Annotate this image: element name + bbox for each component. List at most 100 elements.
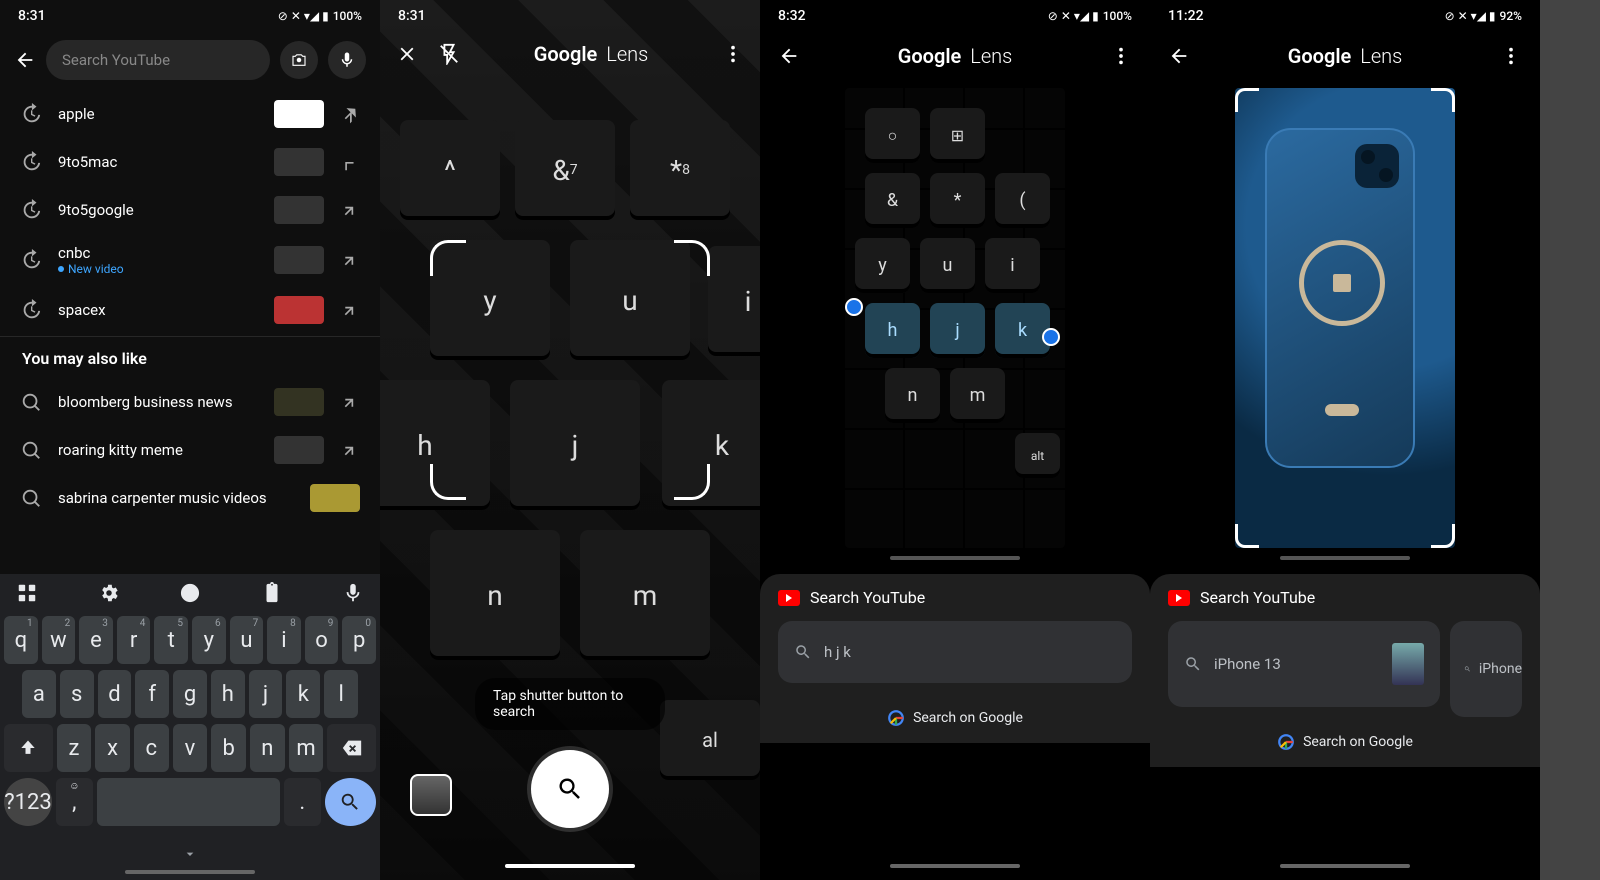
key-search[interactable] [325, 778, 376, 826]
crop-corner[interactable] [1235, 88, 1259, 112]
insert-arrow-icon[interactable] [340, 440, 360, 460]
flash-off-icon[interactable] [438, 43, 460, 65]
suggestion-label: roaring kitty meme [58, 441, 258, 459]
search-icon [556, 775, 584, 803]
nav-pill[interactable] [1280, 864, 1410, 868]
nav-pill[interactable] [890, 864, 1020, 868]
key-f[interactable]: f [135, 670, 169, 718]
result-text: iPhone [1479, 661, 1522, 677]
status-bar: 11:22 ⊘ ✕ ▾◢ ▮ 92% [1150, 0, 1540, 32]
image-nav-pill[interactable] [890, 556, 1020, 560]
selection-handle[interactable] [1042, 328, 1060, 346]
key-b[interactable]: b [211, 724, 246, 772]
crop-corner[interactable] [1235, 524, 1259, 548]
nav-pill[interactable] [505, 864, 635, 868]
insert-arrow-icon[interactable] [340, 250, 360, 270]
lens-button[interactable] [280, 41, 318, 79]
search-google-label: Search on Google [913, 710, 1023, 726]
key-m[interactable]: m [289, 724, 324, 772]
back-arrow-icon[interactable] [778, 45, 800, 67]
kb-apps-icon[interactable] [16, 582, 38, 604]
key-v[interactable]: v [173, 724, 208, 772]
key-shift[interactable] [4, 724, 53, 772]
kb-emoji-icon[interactable] [179, 582, 201, 604]
youtube-icon [778, 590, 800, 606]
gallery-button[interactable] [410, 774, 452, 816]
key-z[interactable]: z [57, 724, 92, 772]
insert-arrow-icon[interactable] [340, 104, 360, 124]
key-a[interactable]: a [22, 670, 56, 718]
key-period[interactable]: . [284, 778, 321, 826]
kb-mic-icon[interactable] [342, 582, 364, 604]
key-j[interactable]: j [249, 670, 283, 718]
key-q[interactable]: q1 [4, 616, 38, 664]
suggestion-item[interactable]: roaring kitty meme [0, 426, 380, 474]
key-comma[interactable]: ,☺ [56, 778, 93, 826]
back-arrow-icon[interactable] [14, 49, 36, 71]
kb-settings-icon[interactable] [98, 582, 120, 604]
more-icon[interactable] [1110, 45, 1132, 67]
more-icon[interactable] [1500, 45, 1522, 67]
key-o[interactable]: o9 [305, 616, 339, 664]
result-card[interactable]: h j k [778, 621, 1132, 683]
suggestion-item[interactable]: sabrina carpenter music videos [0, 474, 380, 522]
camera-icon [290, 51, 308, 69]
lens-header: Google Lens [1150, 32, 1540, 80]
captured-image[interactable]: ○ ⊞ & * ( y u i h j k n m alt [845, 88, 1065, 548]
search-google-link[interactable]: Search on Google [778, 693, 1132, 743]
result-card[interactable]: iPhone 13 [1168, 621, 1440, 707]
kb-clipboard-icon[interactable] [261, 582, 283, 604]
key-s[interactable]: s [60, 670, 94, 718]
insert-arrow-icon[interactable] [340, 200, 360, 220]
result-card-partial[interactable]: iPhone [1450, 621, 1522, 717]
key-p[interactable]: p0 [342, 616, 376, 664]
shutter-button[interactable] [531, 750, 609, 828]
key-e[interactable]: e3 [79, 616, 113, 664]
key-x[interactable]: x [95, 724, 130, 772]
key-y[interactable]: y6 [192, 616, 226, 664]
crop-corner[interactable] [1431, 88, 1455, 112]
more-icon[interactable] [722, 43, 744, 65]
search-input[interactable]: Search YouTube [46, 40, 270, 80]
key-r[interactable]: r4 [117, 616, 151, 664]
key-t[interactable]: t5 [154, 616, 188, 664]
key-l[interactable]: l [324, 670, 358, 718]
back-arrow-icon[interactable] [1168, 45, 1190, 67]
thumbnail [274, 100, 324, 128]
thumbnail [274, 296, 324, 324]
key-i[interactable]: i8 [267, 616, 301, 664]
insert-arrow-icon[interactable] [340, 392, 360, 412]
keyboard: q1w2e3r4t5y6u7i8o9p0 asdfghjkl zxcvbnm ?123… [0, 574, 380, 880]
search-google-link[interactable]: Search on Google [1168, 717, 1522, 767]
mic-button[interactable] [328, 41, 366, 79]
key-w[interactable]: w2 [42, 616, 76, 664]
selection-handle[interactable] [845, 298, 863, 316]
key-d[interactable]: d [98, 670, 132, 718]
key-backspace[interactable] [327, 724, 376, 772]
history-item[interactable]: 9to5google [0, 186, 380, 234]
key-n[interactable]: n [250, 724, 285, 772]
keyboard-collapse[interactable] [0, 840, 380, 864]
sheet-title: Search YouTube [810, 588, 925, 607]
key-k[interactable]: k [286, 670, 320, 718]
nav-pill[interactable] [125, 870, 255, 874]
key-u[interactable]: u7 [230, 616, 264, 664]
thumbnail [274, 436, 324, 464]
history-item[interactable]: 9to5mac [0, 138, 380, 186]
key-h[interactable]: h [211, 670, 245, 718]
key-symbols[interactable]: ?123 [4, 778, 52, 826]
key-g[interactable]: g [173, 670, 207, 718]
key-c[interactable]: c [134, 724, 169, 772]
history-item[interactable]: cnbc New video [0, 234, 380, 286]
history-item[interactable]: spacex [0, 286, 380, 334]
history-item[interactable]: apple [0, 90, 380, 138]
crop-corner[interactable] [1431, 524, 1455, 548]
close-icon[interactable] [396, 43, 418, 65]
suggestion-item[interactable]: bloomberg business news [0, 378, 380, 426]
insert-arrow-icon[interactable] [340, 300, 360, 320]
image-nav-pill[interactable] [1280, 556, 1410, 560]
insert-arrow-icon[interactable] [340, 152, 360, 172]
captured-image[interactable] [1235, 88, 1455, 548]
key-space[interactable] [97, 778, 280, 826]
lens-title: Google Lens [898, 44, 1013, 68]
